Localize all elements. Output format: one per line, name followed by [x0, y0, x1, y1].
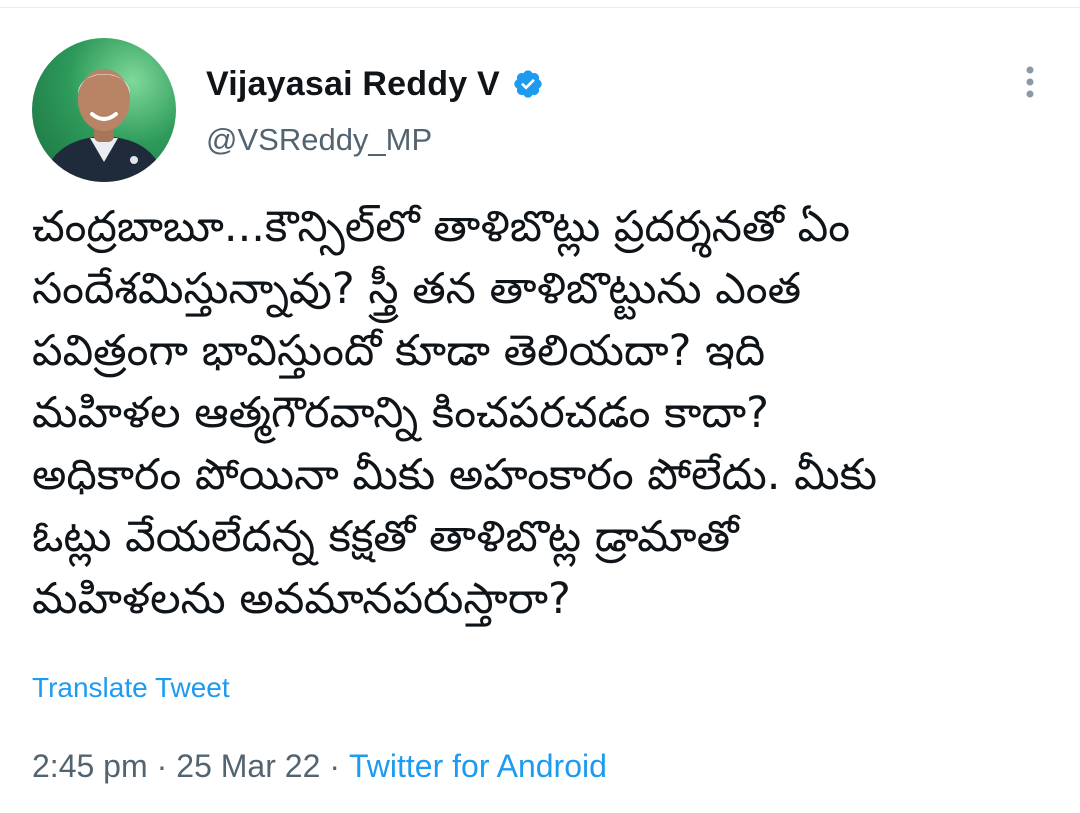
tweet-metadata: 2:45 pm · 25 Mar 22 · Twitter for Android — [32, 748, 607, 785]
tweet-text: చంద్రబాబూ...కౌన్సిల్‌లో తాళిబొట్లు ప్రదర… — [32, 196, 1052, 630]
tweet-text-line: ఓట్లు వేయలేదన్న కక్షతో తాళిబొట్ల డ్రామాత… — [32, 512, 739, 562]
display-name-row: Vijayasai Reddy V — [206, 62, 544, 106]
top-divider — [0, 7, 1080, 8]
separator: · — [329, 748, 341, 784]
tweet-source-link[interactable]: Twitter for Android — [349, 748, 607, 784]
display-name[interactable]: Vijayasai Reddy V — [206, 65, 500, 104]
tweet-text-line: చంద్రబాబూ...కౌన్సిల్‌లో తాళిబొట్లు ప్రదర… — [32, 202, 850, 252]
separator: · — [156, 748, 168, 784]
tweet-text-line: మహిళలను అవమానపరుస్తారా? — [32, 574, 571, 624]
user-handle[interactable]: @VSReddy_MP — [206, 122, 544, 158]
tweet-text-line: సందేశమిస్తున్నావు? స్త్రీ తన తాళిబొట్టున… — [32, 264, 802, 314]
avatar[interactable] — [32, 38, 176, 182]
translate-tweet-link[interactable]: Translate Tweet — [32, 672, 230, 704]
tweet-author[interactable]: Vijayasai Reddy V @VSReddy_MP — [206, 62, 544, 158]
verified-badge-icon — [512, 68, 544, 100]
more-vertical-icon[interactable] — [1024, 64, 1036, 100]
profile-photo-icon — [42, 69, 166, 182]
tweet-text-line: పవిత్రంగా భావిస్తుందో కూడా తెలియదా? ఇది — [32, 326, 766, 376]
tweet-text-line: అధికారం పోయినా మీకు అహంకారం పోలేదు. మీకు — [32, 450, 877, 500]
tweet-date[interactable]: 25 Mar 22 — [176, 748, 320, 784]
tweet-text-line: మహిళల ఆత్మగౌరవాన్ని కించపరచడం కాదా? — [32, 388, 769, 438]
tweet-time[interactable]: 2:45 pm — [32, 748, 148, 784]
